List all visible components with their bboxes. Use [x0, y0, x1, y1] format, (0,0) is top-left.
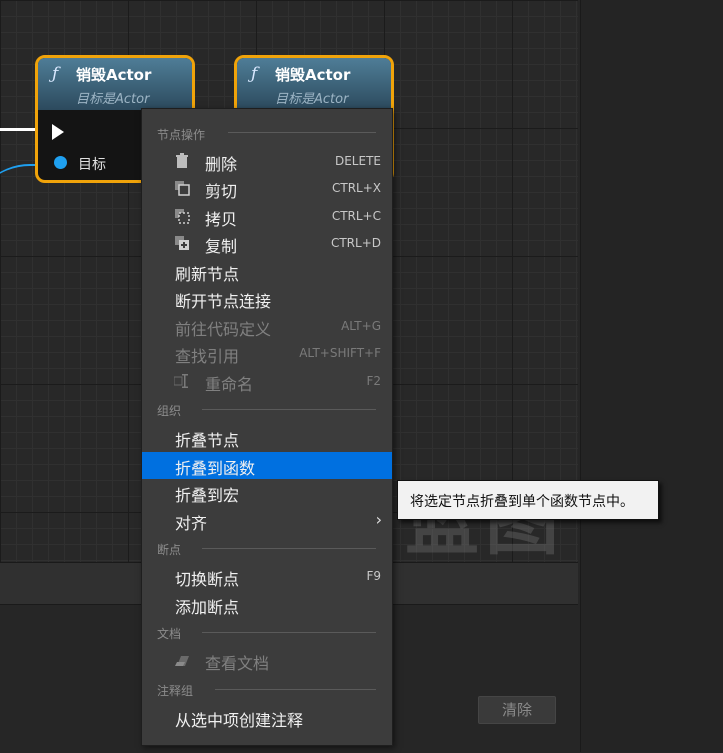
context-menu: 节点操作 删除 DELETE 剪切 CTRL+X 拷贝 CTRL+C 复制 CT…	[141, 108, 393, 746]
menu-item-cut[interactable]: 剪切 CTRL+X	[142, 175, 392, 202]
menu-item-collapse-to-macro[interactable]: 折叠到宏	[142, 479, 392, 506]
section-divider	[215, 689, 376, 690]
target-pin[interactable]	[54, 156, 67, 169]
trash-icon	[174, 153, 190, 169]
menu-item-duplicate[interactable]: 复制 CTRL+D	[142, 230, 392, 257]
node-header: ƒ 销毁Actor 目标是Actor	[38, 58, 192, 110]
function-icon: ƒ	[251, 64, 258, 84]
clear-button[interactable]: 清除	[478, 696, 556, 724]
section-divider	[228, 132, 376, 133]
function-icon: ƒ	[52, 64, 59, 84]
section-divider	[202, 632, 376, 633]
section-breakpoints: 断点	[157, 543, 182, 557]
menu-item-align[interactable]: 对齐 ›	[142, 507, 392, 534]
menu-item-collapse-nodes[interactable]: 折叠节点	[142, 424, 392, 451]
menu-item-add-breakpoint[interactable]: 添加断点	[142, 591, 392, 618]
menu-item-goto-code[interactable]: 前往代码定义 ALT+G	[142, 313, 392, 340]
node-subtitle: 目标是Actor	[275, 92, 349, 107]
section-comment-group: 注释组	[157, 684, 194, 698]
menu-item-collapse-to-function[interactable]: 折叠到函数	[142, 452, 392, 479]
details-panel	[580, 0, 723, 752]
menu-item-find-references[interactable]: 查找引用 ALT+SHIFT+F	[142, 340, 392, 367]
rename-icon	[173, 373, 190, 389]
cut-icon	[174, 180, 190, 196]
section-docs: 文档	[157, 627, 182, 641]
menu-item-create-comment[interactable]: 从选中项创建注释	[142, 704, 392, 731]
copy-icon	[174, 208, 190, 224]
menu-item-view-docs[interactable]: 查看文档	[142, 647, 392, 674]
menu-item-toggle-breakpoint[interactable]: 切换断点 F9	[142, 563, 392, 590]
node-header: ƒ 销毁Actor 目标是Actor	[237, 58, 391, 110]
duplicate-icon	[174, 235, 190, 251]
section-organize: 组织	[157, 404, 182, 418]
target-pin-label: 目标	[78, 157, 106, 173]
node-subtitle: 目标是Actor	[76, 92, 150, 107]
menu-item-rename[interactable]: 重命名 F2	[142, 368, 392, 395]
exec-wire	[0, 128, 38, 131]
node-title: 销毁Actor	[275, 66, 351, 84]
section-node-actions: 节点操作	[157, 128, 206, 142]
tooltip: 将选定节点折叠到单个函数节点中。	[397, 480, 659, 520]
chevron-right-icon: ›	[375, 510, 382, 529]
section-divider	[202, 409, 376, 410]
menu-item-refresh-nodes[interactable]: 刷新节点	[142, 258, 392, 285]
section-divider	[202, 548, 376, 549]
exec-in-pin[interactable]	[52, 124, 64, 140]
menu-item-copy[interactable]: 拷贝 CTRL+C	[142, 203, 392, 230]
menu-item-delete[interactable]: 删除 DELETE	[142, 148, 392, 175]
menu-item-break-links[interactable]: 断开节点连接	[142, 285, 392, 312]
node-title: 销毁Actor	[76, 66, 152, 84]
book-icon	[174, 652, 190, 668]
